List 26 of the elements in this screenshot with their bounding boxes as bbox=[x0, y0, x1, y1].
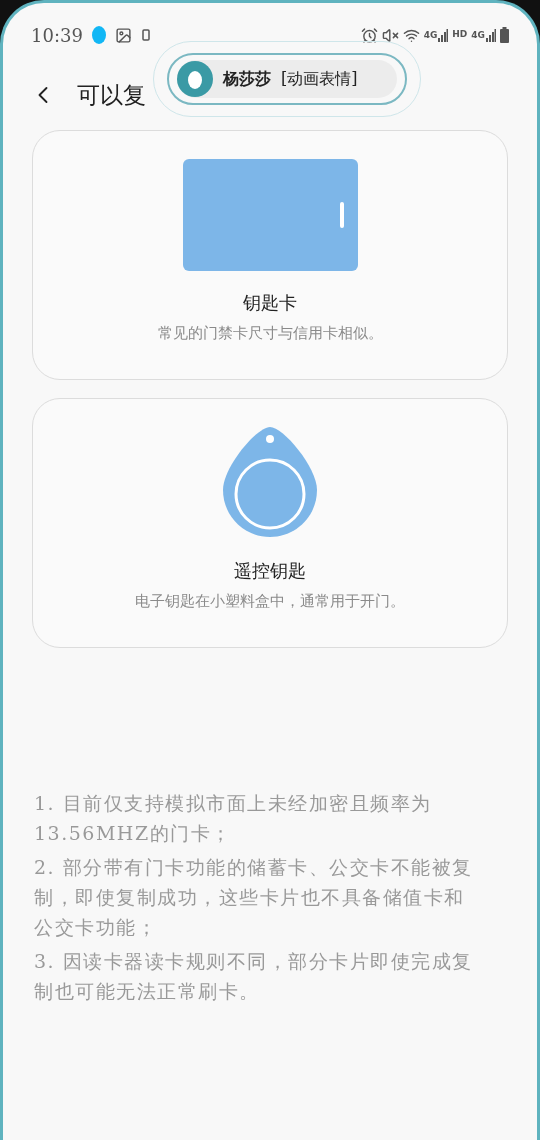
avatar-icon bbox=[177, 61, 213, 97]
note-text: 1. 目前仅支持模拟市面上未经加密且频率为13.56MHZ的门卡； bbox=[34, 791, 433, 846]
key-type-title: 遥控钥匙 bbox=[234, 559, 306, 583]
key-type-card[interactable]: 钥匙卡 常见的门禁卡尺寸与信用卡相似。 bbox=[32, 130, 508, 380]
key-type-title: 钥匙卡 bbox=[243, 291, 297, 315]
page-title: 可以复 bbox=[77, 80, 146, 110]
mute-icon bbox=[381, 26, 399, 44]
alarm-icon bbox=[360, 26, 378, 44]
status-time: 10:39 bbox=[31, 23, 83, 48]
signal-icon bbox=[438, 28, 449, 42]
network-label: HD bbox=[452, 28, 468, 42]
key-fob-icon bbox=[223, 427, 317, 537]
sender-name: 杨莎莎 bbox=[223, 68, 271, 90]
key-card-icon bbox=[182, 159, 358, 271]
network-label: 4G bbox=[423, 28, 438, 42]
key-type-description: 常见的门禁卡尺寸与信用卡相似。 bbox=[157, 323, 383, 344]
key-type-description: 电子钥匙在小塑料盒中，通常用于开门。 bbox=[135, 591, 405, 612]
vibrate-icon bbox=[139, 28, 152, 42]
key-type-card[interactable]: 遥控钥匙 电子钥匙在小塑料盒中，通常用于开门。 bbox=[32, 398, 508, 648]
note-text: 2. 部分带有门卡功能的储蓄卡、公交卡不能被复制，即使复制成功，这些卡片也不具备储值卡和公交卡功能； bbox=[34, 855, 474, 940]
note-text: 3. 因读卡器读卡规则不同，部分卡片即使完成复制也可能无法正常刷卡。 bbox=[34, 949, 474, 1004]
message-preview: [动画表情] bbox=[281, 68, 358, 90]
image-icon bbox=[114, 26, 132, 44]
signal-icon bbox=[486, 28, 496, 42]
battery-icon bbox=[500, 27, 509, 43]
network-label: 4G bbox=[471, 28, 485, 42]
